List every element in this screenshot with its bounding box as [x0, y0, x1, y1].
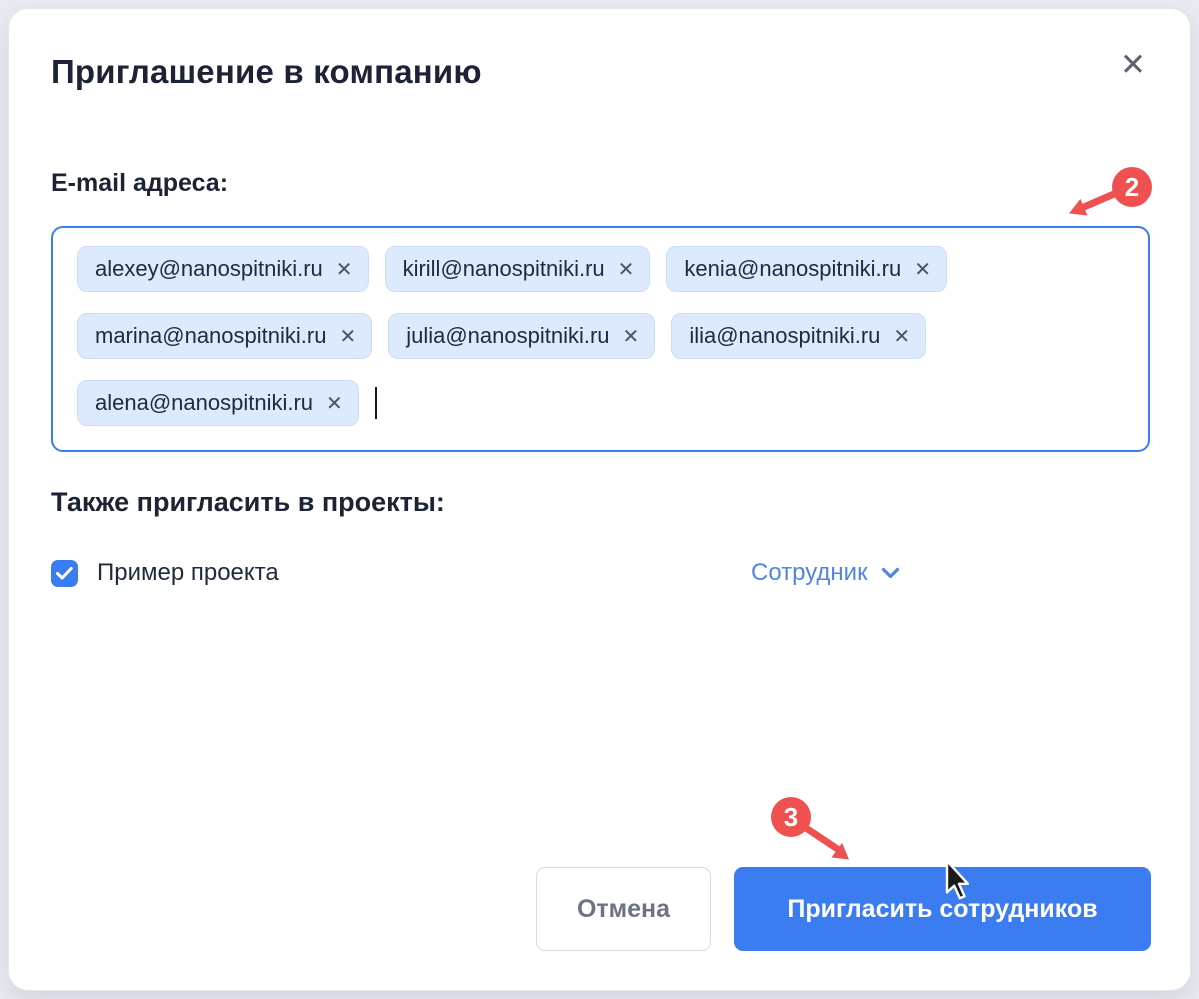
modal-title: Приглашение в компанию	[51, 53, 482, 91]
projects-section-label: Также пригласить в проекты:	[51, 487, 445, 518]
project-list: Пример проекта Сотрудник	[51, 557, 1150, 595]
close-icon: ✕	[1120, 49, 1146, 80]
text-caret	[375, 387, 377, 419]
project-row: Пример проекта Сотрудник	[51, 557, 1150, 595]
project-name: Пример проекта	[97, 559, 279, 587]
email-chip: alexey@nanospitniki.ru ✕	[77, 246, 369, 292]
email-addresses-label: E-mail адреса:	[51, 169, 228, 198]
checkmark-icon	[56, 567, 73, 580]
email-chip: julia@nanospitniki.ru ✕	[388, 313, 655, 359]
email-tags-input[interactable]: alexey@nanospitniki.ru ✕ kirill@nanospit…	[51, 226, 1150, 452]
remove-email-icon[interactable]: ✕	[339, 326, 356, 346]
remove-email-icon[interactable]: ✕	[618, 259, 635, 279]
invite-modal: Приглашение в компанию ✕ E-mail адреса: …	[8, 8, 1191, 991]
email-chip-label: ilia@nanospitniki.ru	[689, 323, 880, 349]
email-chip: kirill@nanospitniki.ru ✕	[385, 246, 651, 292]
remove-email-icon[interactable]: ✕	[914, 259, 931, 279]
email-chip-label: marina@nanospitniki.ru	[95, 323, 326, 349]
email-chip: ilia@nanospitniki.ru ✕	[671, 313, 926, 359]
close-button[interactable]: ✕	[1110, 41, 1156, 87]
project-checkbox[interactable]	[51, 560, 78, 587]
email-chip-label: alena@nanospitniki.ru	[95, 390, 313, 416]
role-dropdown[interactable]: Сотрудник	[751, 559, 900, 587]
email-chip-label: alexey@nanospitniki.ru	[95, 256, 323, 282]
email-chip-label: kirill@nanospitniki.ru	[403, 256, 605, 282]
remove-email-icon[interactable]: ✕	[336, 259, 353, 279]
email-chip: marina@nanospitniki.ru ✕	[77, 313, 372, 359]
invite-employees-button[interactable]: Пригласить сотрудников	[734, 867, 1151, 951]
cancel-button[interactable]: Отмена	[536, 867, 711, 951]
email-chip: kenia@nanospitniki.ru ✕	[666, 246, 947, 292]
email-chip-label: kenia@nanospitniki.ru	[684, 256, 901, 282]
role-dropdown-value: Сотрудник	[751, 559, 868, 587]
email-chip-label: julia@nanospitniki.ru	[406, 323, 609, 349]
remove-email-icon[interactable]: ✕	[623, 326, 640, 346]
chevron-down-icon	[881, 567, 900, 579]
email-chip: alena@nanospitniki.ru ✕	[77, 380, 359, 426]
remove-email-icon[interactable]: ✕	[326, 393, 343, 413]
remove-email-icon[interactable]: ✕	[893, 326, 910, 346]
